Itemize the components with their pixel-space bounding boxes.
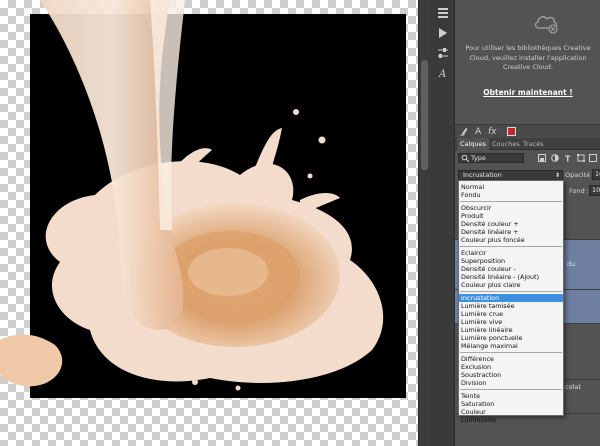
svg-text:T: T <box>565 155 571 163</box>
blend-mode-option[interactable]: Incrustation <box>459 294 563 302</box>
blend-mode-option[interactable]: Couleur plus claire <box>459 281 563 289</box>
blend-mode-option[interactable]: Densité couleur - <box>459 265 563 273</box>
chevron-updown-icon: ⬍ <box>554 172 560 179</box>
layer-name-fragment: du <box>567 260 576 268</box>
menu-separator <box>460 246 562 247</box>
blend-mode-option[interactable]: Superposition <box>459 257 563 265</box>
photoshop-window: A Pour utiliser les bibliothèques Creati… <box>0 0 600 446</box>
libraries-panel: Pour utiliser les bibliothèques Creative… <box>455 0 600 118</box>
blend-mode-option[interactable]: Lumière ponctuelle <box>459 334 563 342</box>
blend-mode-option[interactable]: Soustraction <box>459 371 563 379</box>
blend-mode-option[interactable]: Différence <box>459 355 563 363</box>
fill-label: Fond : <box>569 187 589 195</box>
opacity-input[interactable]: 100 <box>592 169 600 180</box>
blend-mode-option[interactable]: Lumière tamisée <box>459 302 563 310</box>
character-icon[interactable]: A <box>434 64 451 81</box>
color-swatch[interactable] <box>507 127 516 136</box>
canvas-vertical-scrollbar[interactable] <box>418 0 430 446</box>
get-creative-cloud-link[interactable]: Obtenir maintenant ! <box>463 88 593 97</box>
filter-smart-object-icon[interactable] <box>589 154 597 162</box>
blend-mode-option[interactable]: Obscurcir <box>459 204 563 212</box>
filter-adjustment-icon[interactable] <box>551 154 559 162</box>
search-icon <box>461 154 470 163</box>
fill-input[interactable]: 100 <box>589 185 600 196</box>
milk-splash-artwork <box>0 0 406 398</box>
blend-mode-option[interactable]: Lumière vive <box>459 318 563 326</box>
layers-tab-bar: Calques Couches Tracés <box>455 138 600 150</box>
blend-mode-option[interactable]: Mélange maximal <box>459 342 563 350</box>
fx-icon[interactable]: fx <box>488 126 497 138</box>
blend-mode-option[interactable]: Densité linéaire - (Ajout) <box>459 273 563 281</box>
blend-mode-option[interactable]: Densité linéaire + <box>459 228 563 236</box>
paint-icon[interactable] <box>459 126 469 138</box>
libraries-message: Pour utiliser les bibliothèques Creative… <box>465 44 591 71</box>
blend-mode-option[interactable]: Exclusion <box>459 363 563 371</box>
layer-filter-row: Type T <box>455 151 600 165</box>
blend-mode-option[interactable]: Teinte <box>459 392 563 400</box>
blend-mode-option[interactable]: Fondu <box>459 191 563 199</box>
blend-mode-option[interactable]: Densité couleur + <box>459 220 563 228</box>
actions-icon[interactable] <box>434 24 451 41</box>
blend-mode-option[interactable]: Lumière crue <box>459 310 563 318</box>
blend-mode-option[interactable]: Luminosité <box>459 416 563 424</box>
layer-name-fragment: colat <box>565 383 581 391</box>
menu-separator <box>460 352 562 353</box>
blend-mode-option[interactable]: Division <box>459 379 563 387</box>
blend-mode-dropdown-menu: Normal Fondu Obscurcir Produit Densité coule… <box>458 180 564 424</box>
menu-separator <box>460 389 562 390</box>
creative-cloud-disconnected-icon <box>534 16 558 34</box>
panel-tool-strip: A <box>430 0 455 446</box>
filter-type-icon[interactable]: T <box>564 154 572 163</box>
filter-shape-icon[interactable] <box>577 154 585 162</box>
adjust-sliders-icon[interactable] <box>434 44 451 61</box>
blend-mode-option[interactable]: Couleur plus foncée <box>459 236 563 244</box>
menu-separator <box>460 201 562 202</box>
blend-mode-option[interactable]: Produit <box>459 212 563 220</box>
menu-separator <box>460 291 562 292</box>
filter-type-select[interactable]: Type <box>458 153 524 163</box>
canvas-area[interactable] <box>0 0 418 446</box>
text-style-icon[interactable]: A <box>475 126 481 138</box>
blend-mode-option[interactable]: Couleur <box>459 408 563 416</box>
blend-mode-option[interactable]: Saturation <box>459 400 563 408</box>
tab-traces[interactable]: Tracés <box>520 138 547 150</box>
blend-mode-option[interactable]: Eclaircir <box>459 249 563 257</box>
svg-text:A: A <box>438 69 446 79</box>
tab-calques[interactable]: Calques <box>457 138 489 150</box>
tab-couches[interactable]: Couches <box>489 138 523 150</box>
scrollbar-thumb[interactable] <box>421 60 428 170</box>
mini-toolbar: A fx <box>455 124 600 138</box>
filter-type-label: Type <box>471 154 486 162</box>
history-icon[interactable] <box>434 4 451 21</box>
opacity-label: Opacité : <box>565 171 595 179</box>
filter-pixel-icon[interactable] <box>538 154 546 162</box>
blend-mode-option[interactable]: Lumière linéaire <box>459 326 563 334</box>
blend-mode-value: Incrustation <box>463 171 502 179</box>
blend-mode-option[interactable]: Normal <box>459 183 563 191</box>
